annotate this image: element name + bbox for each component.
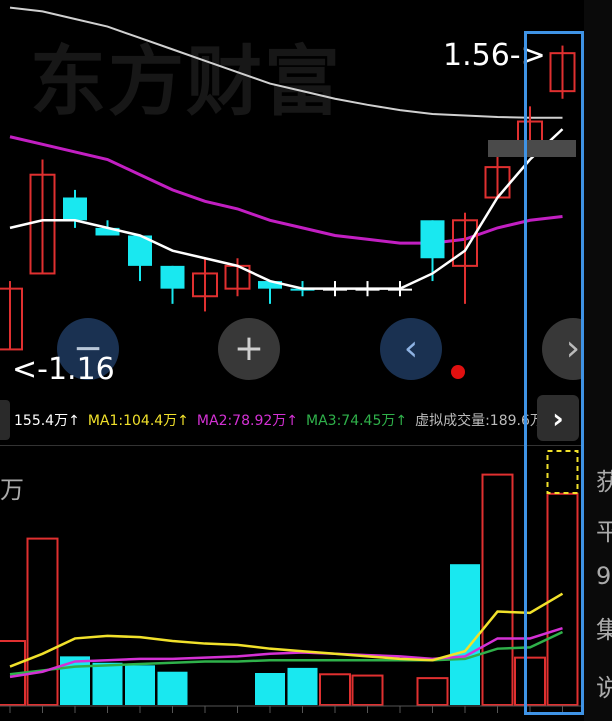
low-price-annotation: <-1.16 — [12, 352, 115, 387]
rail-text-2: 9 — [596, 562, 612, 590]
volume-bar-up — [481, 473, 514, 706]
volume-bar-down — [450, 564, 480, 705]
rail-text-3: 集 — [596, 616, 612, 644]
volume-bar-down — [287, 667, 318, 705]
panel-divider — [0, 445, 584, 446]
ma-white-line — [9, 128, 564, 290]
volume-bar-up — [26, 537, 59, 706]
legend-ma1: MA1:104.4万↑ — [87, 413, 189, 429]
legend-volume: 155.4万↑ — [14, 413, 80, 429]
volume-legend: 155.4万↑ MA1:104.4万↑ MA2:78.92万↑ MA3:74.4… — [0, 398, 544, 442]
candle-body-down — [63, 197, 87, 221]
latest-candle-highlight — [524, 31, 584, 715]
prev-button[interactable]: ‹ — [380, 318, 442, 380]
volume-bar-down — [125, 665, 155, 705]
signal-dot — [451, 365, 465, 379]
volume-bar-up — [351, 674, 384, 706]
volume-bar-up — [416, 677, 449, 706]
volume-bar-down — [92, 662, 123, 705]
volume-bar-up — [319, 673, 351, 706]
rail-text-1: 平 — [596, 518, 612, 546]
rail-text-0: 获 — [596, 468, 612, 496]
zoom-in-button[interactable]: + — [218, 318, 280, 380]
plus-icon: + — [233, 328, 265, 369]
volume-chart — [0, 450, 584, 713]
volume-bar-down — [157, 671, 188, 705]
legend-ma3: MA3:74.45万↑ — [306, 413, 408, 429]
rail-text-4: 说 — [596, 674, 612, 702]
candle-body-down — [420, 220, 445, 259]
chevron-left-icon: ‹ — [403, 328, 419, 369]
volume-bar-down — [255, 673, 285, 705]
candle-body-down — [160, 265, 185, 289]
legend-ma2: MA2:78.92万↑ — [196, 413, 298, 429]
